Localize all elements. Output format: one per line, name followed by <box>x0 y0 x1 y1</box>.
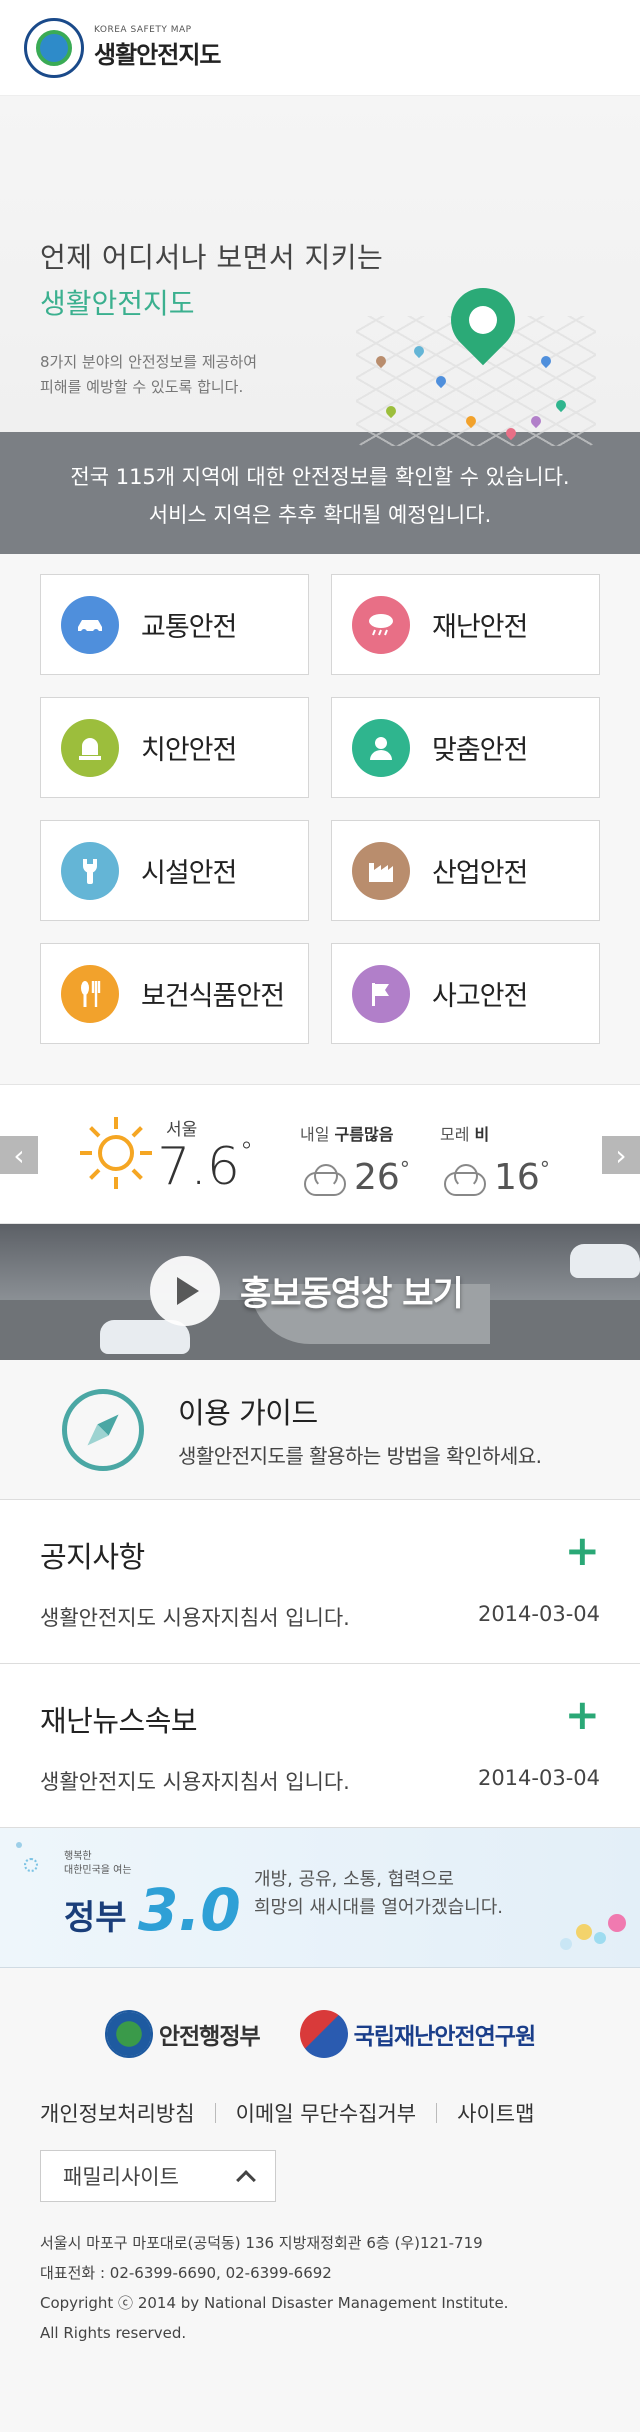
news-item-title: 생활안전지도 시용자지침서 입니다. <box>40 1770 350 1794</box>
gov30-number: 3.0 <box>138 1876 241 1944</box>
header: KOREA SAFETY MAP 생활안전지도 <box>0 0 640 96</box>
org-name: 안전행정부 <box>158 2024 261 2050</box>
tomorrow-label: 내일 <box>300 1125 330 1144</box>
weather-tomorrow: 내일 구름많음 26° <box>300 1121 410 1198</box>
rain-icon <box>440 1162 486 1196</box>
sun-icon <box>78 1115 154 1191</box>
category-facility[interactable]: 시설안전 <box>40 820 309 921</box>
dayafter-label: 모레 <box>440 1125 470 1144</box>
user-guide[interactable]: 이용 가이드 생활안전지도를 활용하는 방법을 확인하세요. <box>0 1360 640 1500</box>
disaster-news-title: 재난뉴스속보 <box>40 1704 198 1738</box>
police-car-illustration <box>570 1244 640 1278</box>
category-disaster[interactable]: 재난안전 <box>331 574 600 675</box>
logo-emblem[interactable] <box>24 17 84 78</box>
org-name: 국립재난안전연구원 <box>353 2024 536 2050</box>
gov30-banner[interactable]: 행복한 대한민국을 여는 정부 3.0 개방, 공유, 소통, 협력으로 희망의… <box>0 1828 640 1968</box>
car-icon <box>61 595 119 654</box>
logo-subtitle: KOREA SAFETY MAP <box>94 25 192 35</box>
weather-today: 서울 7.6° <box>78 1115 253 1197</box>
person-icon <box>352 718 410 777</box>
hero-headline: 언제 어디서나 보면서 지키는 <box>40 241 384 274</box>
wrench-icon <box>61 841 119 900</box>
hero: 언제 어디서나 보면서 지키는 생활안전지도 8가지 분야의 안전정보를 제공하… <box>0 96 640 446</box>
factory-icon <box>352 841 410 900</box>
category-label: 재난안전 <box>432 612 528 643</box>
category-traffic[interactable]: 교통안전 <box>40 574 309 675</box>
gov30-word: 정부 <box>64 1898 127 1938</box>
weather-temp: 7.6° <box>157 1137 253 1197</box>
gov30-tagline: 행복한 대한민국을 여는 <box>64 1851 132 1876</box>
banner-line-1: 전국 115개 지역에 대한 안전정보를 확인할 수 있습니다. <box>70 465 570 489</box>
email-policy-link[interactable]: 이메일 무단수집거부 <box>236 2098 417 2128</box>
category-label: 산업안전 <box>432 858 528 889</box>
fork-knife-icon <box>61 964 119 1023</box>
disaster-news-section: 재난뉴스속보 + 생활안전지도 시용자지침서 입니다. 2014-03-04 <box>0 1664 640 1828</box>
news-item-date: 2014-03-04 <box>477 1766 600 1790</box>
disaster-news-item[interactable]: 생활안전지도 시용자지침서 입니다. 2014-03-04 <box>40 1766 600 1796</box>
category-custom[interactable]: 맞춤안전 <box>331 697 600 798</box>
sitemap-link[interactable]: 사이트맵 <box>457 2098 534 2128</box>
notice-more-button[interactable]: + <box>565 1530 600 1572</box>
service-area-banner: 전국 115개 지역에 대한 안전정보를 확인할 수 있습니다. 서비스 지역은… <box>0 432 640 554</box>
org-mospa-logo[interactable]: 안전행정부 <box>104 2010 261 2058</box>
rain-cloud-icon <box>352 595 410 654</box>
logo-title: 생활안전지도 <box>94 41 221 69</box>
category-health-food[interactable]: 보건식품안전 <box>40 943 309 1044</box>
tomorrow-condition: 구름많음 <box>334 1125 394 1144</box>
chevron-up-icon <box>236 2170 256 2190</box>
dayafter-temp: 16° <box>494 1157 550 1198</box>
category-crime[interactable]: 치안안전 <box>40 697 309 798</box>
dayafter-condition: 비 <box>474 1125 490 1144</box>
privacy-policy-link[interactable]: 개인정보처리방침 <box>40 2098 195 2128</box>
notice-item[interactable]: 생활안전지도 시용자지침서 입니다. 2014-03-04 <box>40 1602 600 1632</box>
logo[interactable]: KOREA SAFETY MAP 생활안전지도 <box>94 25 221 70</box>
category-label: 시설안전 <box>141 858 237 889</box>
footer: 안전행정부 국립재난안전연구원 개인정보처리방침 이메일 무단수집거부 사이트맵… <box>0 1968 640 2388</box>
category-label: 보건식품안전 <box>141 981 285 1012</box>
copyright-line: Copyright ⓒ 2014 by National Disaster Ma… <box>40 2294 509 2312</box>
tomorrow-temp: 26° <box>354 1157 410 1198</box>
weather-next-button[interactable]: › <box>602 1136 640 1174</box>
disaster-news-more-button[interactable]: + <box>565 1694 600 1736</box>
category-industry[interactable]: 산업안전 <box>331 820 600 921</box>
weather-dayafter: 모레 비 16° <box>440 1121 550 1198</box>
address-line: 서울시 마포구 마포대로(공덕동) 136 지방재정회관 6층 (우)121-7… <box>40 2234 483 2252</box>
promo-video[interactable]: 홍보동영상 보기 <box>0 1224 640 1360</box>
rights-line: All Rights reserved. <box>40 2324 187 2342</box>
footer-address: 서울시 마포구 마포대로(공덕동) 136 지방재정회관 6층 (우)121-7… <box>40 2228 600 2348</box>
category-accident[interactable]: 사고안전 <box>331 943 600 1044</box>
notice-section: 공지사항 + 생활안전지도 시용자지침서 입니다. 2014-03-04 <box>0 1500 640 1664</box>
notice-item-date: 2014-03-04 <box>477 1602 600 1626</box>
family-site-select[interactable]: 패밀리사이트 <box>40 2150 276 2202</box>
footer-links: 개인정보처리방침 이메일 무단수집거부 사이트맵 <box>40 2098 600 2128</box>
category-label: 교통안전 <box>141 612 237 643</box>
weather-widget: ‹ 서울 7.6° 내일 구름많음 26° 모레 비 16° › <box>0 1084 640 1224</box>
siren-icon <box>61 718 119 777</box>
family-site-label: 패밀리사이트 <box>63 2165 179 2189</box>
category-grid: 교통안전 재난안전 치안안전 맞춤안전 시설안전 산업안전 보건식품안전 사고안… <box>0 554 640 1060</box>
phone-line: 대표전화 : 02-6399-6690, 02-6399-6692 <box>40 2264 332 2282</box>
category-label: 치안안전 <box>141 735 237 766</box>
category-label: 사고안전 <box>432 981 528 1012</box>
ndmi-emblem-icon <box>299 2010 348 2058</box>
org-ndmi-logo[interactable]: 국립재난안전연구원 <box>299 2010 536 2058</box>
notice-title: 공지사항 <box>40 1540 145 1574</box>
category-label: 맞춤안전 <box>432 735 528 766</box>
guide-title: 이용 가이드 <box>178 1396 318 1430</box>
guide-description: 생활안전지도를 활용하는 방법을 확인하세요. <box>178 1444 542 1468</box>
weather-prev-button[interactable]: ‹ <box>0 1136 38 1174</box>
notice-item-title: 생활안전지도 시용자지침서 입니다. <box>40 1606 350 1630</box>
gov30-message: 개방, 공유, 소통, 협력으로 희망의 새시대를 열어가겠습니다. <box>254 1869 504 1918</box>
video-title: 홍보동영상 보기 <box>240 1274 464 1314</box>
mospa-emblem-icon <box>104 2010 153 2058</box>
flag-icon <box>352 964 410 1023</box>
play-icon[interactable] <box>150 1256 220 1326</box>
cloud-sun-icon <box>300 1162 346 1196</box>
compass-icon <box>62 1388 144 1471</box>
banner-line-2: 서비스 지역은 추후 확대될 예정입니다. <box>148 503 492 527</box>
map-illustration <box>356 274 596 446</box>
